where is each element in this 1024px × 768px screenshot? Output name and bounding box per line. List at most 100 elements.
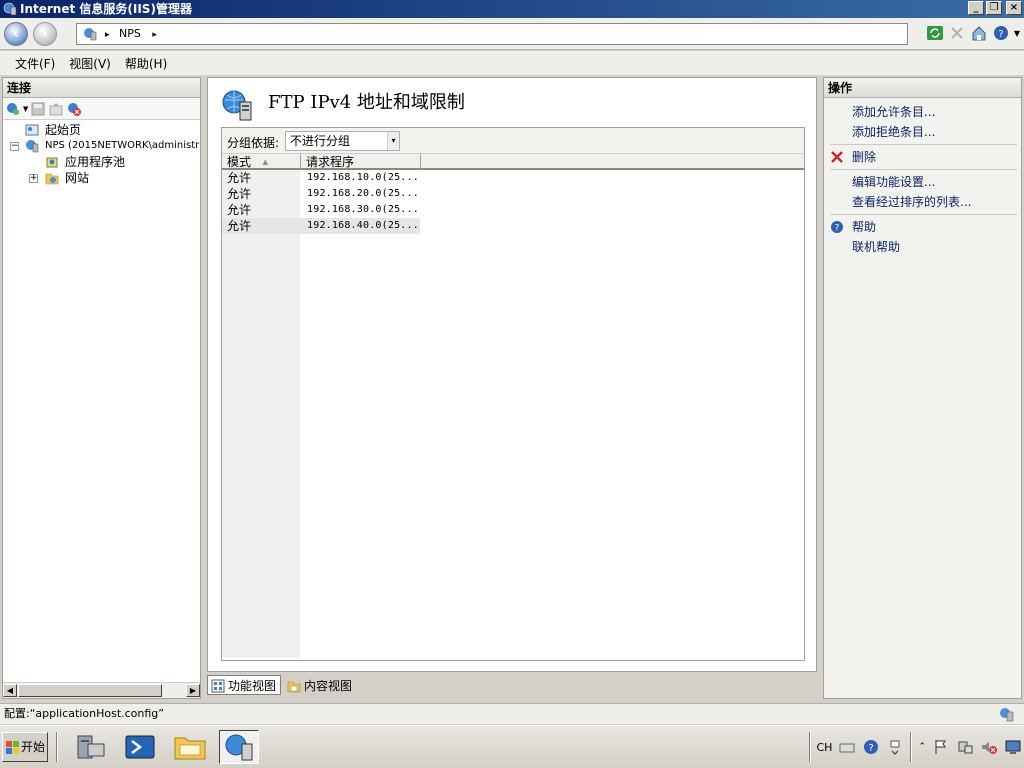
connections-toolbar: ▼ — [3, 98, 200, 120]
help-icon[interactable]: ? — [862, 738, 880, 756]
column-headers: 模式 ▲ 请求程序 — [222, 154, 804, 170]
back-button[interactable]: ‹ — [4, 22, 28, 46]
row-requester: 192.168.10.0(25... — [307, 172, 419, 183]
feature-pane: FTP IPv4 地址和域限制 分组依据: 不进行分组 ▾ 模式 ▲ 请求程序 … — [207, 77, 817, 672]
address-bar[interactable]: ▸ NPS ▸ — [76, 23, 908, 45]
action-label: 帮助 — [852, 220, 877, 234]
row-mode: 允许 — [227, 171, 252, 185]
connections-tree: 起始页 − NPS (2015NETWORK\administr 应用程序池 +… — [3, 120, 200, 186]
divider — [830, 144, 1017, 145]
iis-manager-icon — [225, 734, 253, 761]
connections-header: 连接 — [3, 78, 200, 98]
action-online-help[interactable]: 联机帮助 — [824, 237, 1021, 257]
table-row[interactable]: 允许 192.168.10.0(25... — [222, 170, 804, 186]
svg-text:?: ? — [835, 224, 840, 234]
column-header-mode[interactable]: 模式 ▲ — [222, 154, 301, 170]
content-view-icon — [287, 681, 301, 693]
tree-node-sites[interactable]: + 网站 — [3, 170, 200, 186]
server-status-icon — [1000, 708, 1014, 722]
action-label: 删除 — [852, 150, 877, 164]
actions-header: 操作 — [824, 78, 1021, 98]
menu-file[interactable]: 文件(F) — [8, 55, 62, 72]
show-desktop-icon[interactable] — [1004, 738, 1022, 756]
scroll-left-button[interactable]: ◀ — [3, 684, 17, 697]
column-header-requester[interactable]: 请求程序 — [301, 154, 421, 170]
tab-features-view[interactable]: 功能视图 — [207, 675, 282, 695]
tree-node-server[interactable]: − NPS (2015NETWORK\administr — [3, 138, 200, 154]
horizontal-scrollbar[interactable]: ◀ ▶ — [3, 682, 200, 698]
scroll-right-button[interactable]: ▶ — [186, 684, 200, 697]
group-by-select[interactable]: 不进行分组 ▾ — [285, 131, 400, 151]
row-requester: 192.168.30.0(25... — [307, 204, 419, 215]
delete-x-icon — [831, 151, 843, 163]
sort-ascending-icon: ▲ — [262, 158, 268, 166]
action-add-deny-entry[interactable]: 添加拒绝条目... — [824, 122, 1021, 142]
app-pool-icon — [46, 157, 58, 168]
tree-node-app-pools[interactable]: 应用程序池 — [3, 154, 200, 170]
options-icon[interactable] — [886, 738, 904, 756]
network-icon[interactable] — [956, 738, 974, 756]
show-hidden-icons-icon[interactable]: ⌃ — [918, 742, 926, 752]
action-view-ordered-list[interactable]: 查看经过排序的列表... — [824, 192, 1021, 212]
breadcrumb-nps[interactable]: NPS — [119, 27, 141, 40]
group-by-value: 不进行分组 — [290, 134, 351, 148]
volume-muted-icon[interactable] — [980, 738, 998, 756]
connect-dropdown-arrow[interactable]: ▼ — [23, 105, 28, 113]
table-body: 允许 192.168.10.0(25... 允许 192.168.20.0(25… — [222, 170, 804, 658]
action-help[interactable]: ? 帮助 — [824, 217, 1021, 237]
row-requester: 192.168.20.0(25... — [307, 188, 419, 199]
group-by-label: 分组依据: — [227, 136, 280, 150]
column-header-label: 请求程序 — [306, 155, 355, 169]
menu-help[interactable]: 帮助(H) — [118, 55, 174, 72]
iis-app-icon — [3, 2, 17, 16]
system-tray: CH ? ⌃ — [808, 730, 1023, 764]
close-button[interactable]: × — [1006, 1, 1022, 15]
home-icon[interactable] — [970, 24, 988, 42]
start-page-icon — [25, 124, 39, 136]
help-dropdown-arrow[interactable]: ▼ — [1014, 29, 1020, 38]
minimize-button[interactable]: _ — [968, 1, 984, 15]
status-bar: 配置:“applicationHost.config” — [0, 703, 1024, 724]
window-title: Internet 信息服务(IIS)管理器 — [20, 2, 192, 16]
action-center-flag-icon[interactable] — [932, 738, 950, 756]
tab-label: 内容视图 — [304, 679, 353, 693]
page-title: FTP IPv4 地址和域限制 — [268, 92, 465, 113]
taskbar-iis-manager[interactable] — [219, 730, 259, 764]
divider — [830, 169, 1017, 170]
breadcrumb-separator: ▸ — [105, 30, 110, 40]
save-icon[interactable] — [30, 101, 46, 117]
input-language[interactable]: CH — [817, 741, 833, 754]
table-row-selected[interactable]: 允许 192.168.40.0(25... — [222, 218, 804, 234]
connect-icon[interactable] — [5, 101, 21, 117]
scroll-thumb[interactable] — [18, 684, 162, 697]
stop-icon[interactable] — [948, 24, 966, 42]
tree-node-start-page[interactable]: 起始页 — [3, 122, 200, 138]
up-level-icon[interactable] — [48, 101, 64, 117]
explorer-icon[interactable] — [170, 730, 210, 764]
powershell-icon[interactable] — [120, 730, 160, 764]
server-manager-icon[interactable] — [70, 730, 110, 764]
help-icon: ? — [831, 221, 843, 234]
breadcrumb-separator-2[interactable]: ▸ — [152, 30, 157, 40]
tab-content-view[interactable]: 内容视图 — [283, 675, 357, 695]
action-delete[interactable]: 删除 — [824, 147, 1021, 167]
collapse-toggle[interactable]: − — [10, 142, 19, 151]
start-label: 开始 — [21, 740, 46, 754]
expand-toggle[interactable]: + — [29, 174, 38, 183]
disconnect-icon[interactable] — [66, 101, 82, 117]
table-row[interactable]: 允许 192.168.30.0(25... — [222, 202, 804, 218]
refresh-icon[interactable] — [926, 24, 944, 42]
tree-label: 起始页 — [45, 123, 82, 137]
menu-bar: 文件(F) 视图(V) 帮助(H) — [0, 51, 1024, 75]
menu-view[interactable]: 视图(V) — [62, 55, 118, 72]
chevron-down-icon[interactable]: ▾ — [387, 132, 399, 150]
forward-button[interactable]: › — [33, 22, 57, 46]
tab-label: 功能视图 — [228, 679, 277, 693]
maximize-button[interactable]: ❐ — [986, 1, 1002, 15]
action-add-allow-entry[interactable]: 添加允许条目... — [824, 102, 1021, 122]
table-row[interactable]: 允许 192.168.20.0(25... — [222, 186, 804, 202]
action-edit-feature-settings[interactable]: 编辑功能设置... — [824, 172, 1021, 192]
help-icon[interactable]: ? — [992, 24, 1010, 42]
start-button[interactable]: 开始 — [2, 732, 48, 762]
keyboard-icon[interactable] — [838, 738, 856, 756]
